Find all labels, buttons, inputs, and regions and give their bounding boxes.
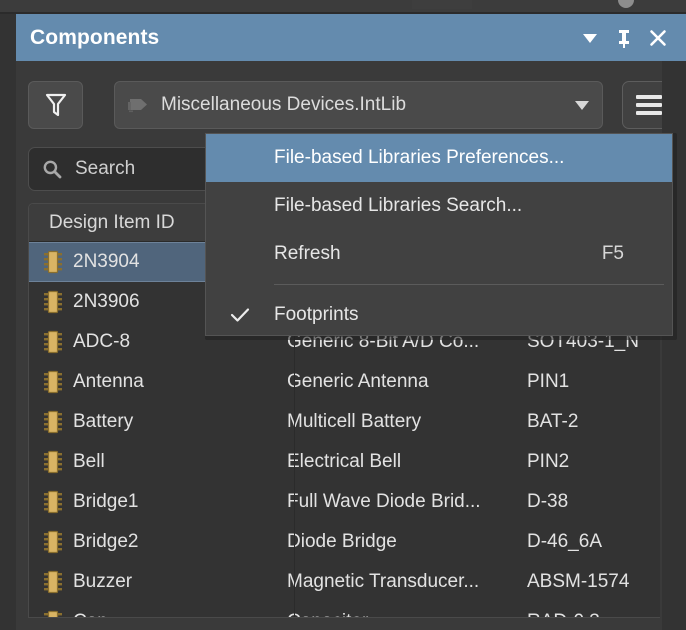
component-chip-icon <box>44 250 62 274</box>
menu-item[interactable]: File-based Libraries Search... <box>206 182 672 230</box>
panel-titlebar[interactable]: Components <box>16 14 686 61</box>
library-select-value: Miscellaneous Devices.IntLib <box>161 94 407 115</box>
menu-separator <box>206 278 672 291</box>
library-tag-icon <box>128 99 147 113</box>
design-item-id-text: 2N3906 <box>73 291 140 312</box>
components-toolbar: Miscellaneous Devices.IntLib <box>28 81 676 129</box>
menu-item-label: File-based Libraries Preferences... <box>274 147 565 168</box>
menu-item[interactable]: Refresh F5 <box>206 230 672 278</box>
table-row[interactable]: Bridge1 Full Wave Diode Brid... D-38 <box>29 482 675 522</box>
chevron-down-icon <box>583 33 597 43</box>
menu-item-label: Refresh <box>274 243 341 264</box>
menu-item-shortcut: F5 <box>601 243 624 264</box>
panel-dropdown-button[interactable] <box>580 26 600 50</box>
design-item-id-text: Bell <box>73 451 105 472</box>
panel-close-button[interactable] <box>648 26 668 50</box>
design-item-id-text: Antenna <box>73 371 144 392</box>
cell-description: Diode Bridge <box>287 531 397 552</box>
search-icon <box>41 158 63 180</box>
panel-left-gutter <box>0 14 16 630</box>
cell-design-item-id: Buzzer <box>29 570 281 594</box>
chevron-down-icon <box>575 101 589 110</box>
components-panel-screen: Components Miscellaneous Devices.IntLib … <box>0 0 686 630</box>
titlebar-button-group <box>580 26 668 50</box>
component-chip-icon <box>44 570 62 594</box>
cell-design-item-id: Bridge2 <box>29 530 281 554</box>
component-chip-icon <box>44 330 62 354</box>
component-chip-icon <box>44 410 62 434</box>
design-item-id-text: ADC-8 <box>73 331 131 352</box>
cell-description: Full Wave Diode Brid... <box>287 491 481 512</box>
cell-footprint: PIN1 <box>527 371 570 392</box>
menu-item[interactable]: File-based Libraries Preferences... <box>206 134 672 182</box>
design-item-id-text: Battery <box>73 411 134 432</box>
table-row[interactable]: Bell Electrical Bell PIN2 <box>29 442 675 482</box>
library-select[interactable]: Miscellaneous Devices.IntLib <box>114 81 603 129</box>
cell-design-item-id: Antenna <box>29 370 281 394</box>
table-row[interactable]: Antenna Generic Antenna PIN1 <box>29 362 675 402</box>
design-item-id-text: Bridge1 <box>73 491 139 512</box>
design-item-id-text: Buzzer <box>73 571 133 592</box>
table-row[interactable]: Battery Multicell Battery BAT-2 <box>29 402 675 442</box>
menu-item-label: Footprints <box>274 304 359 325</box>
funnel-icon <box>45 93 66 117</box>
component-chip-icon <box>44 530 62 554</box>
design-item-id-text: 2N3904 <box>73 251 140 272</box>
library-select-chevron[interactable] <box>572 95 592 115</box>
cell-footprint: D-38 <box>527 491 569 512</box>
check-icon <box>206 307 274 323</box>
design-item-id-text: Bridge2 <box>73 531 139 552</box>
component-chip-icon <box>44 450 62 474</box>
filter-button[interactable] <box>28 81 83 129</box>
design-item-id-text: Cap <box>73 611 108 617</box>
cell-description: Capacitor <box>281 611 521 617</box>
component-chip-icon <box>44 610 62 617</box>
component-chip-icon <box>44 490 62 514</box>
panel-popup-menu: File-based Libraries Preferences... File-… <box>205 133 673 336</box>
pin-icon <box>619 29 629 48</box>
menu-separator-line <box>274 284 664 285</box>
hamburger-menu-icon <box>636 91 662 119</box>
magnifier-icon <box>43 160 62 179</box>
cell-design-item-id: Bridge1 <box>29 490 281 514</box>
cell-footprint: BAT-2 <box>527 411 579 432</box>
cell-description: Multicell Battery <box>287 411 422 432</box>
search-placeholder: Search <box>75 158 136 179</box>
cell-footprint: D-46_6A <box>527 531 602 552</box>
cell-design-item-id: Cap <box>29 610 281 617</box>
check-icon <box>230 308 250 322</box>
table-row[interactable]: Bridge2 Diode Bridge D-46_6A <box>29 522 675 562</box>
cell-description: Electrical Bell <box>287 451 402 472</box>
menu-item-label: File-based Libraries Search... <box>274 195 523 216</box>
panel-pin-button[interactable] <box>614 26 634 50</box>
cell-design-item-id: Bell <box>29 450 281 474</box>
cell-design-item-id: Battery <box>29 410 281 434</box>
cell-description: Generic Antenna <box>287 371 429 392</box>
close-icon <box>650 29 666 46</box>
cell-footprint: PIN2 <box>527 451 570 472</box>
table-row[interactable]: Cap CapacitorRAD-0.3 <box>29 602 675 617</box>
cell-footprint: RAD-0.3 <box>521 611 675 617</box>
component-chip-icon <box>44 370 62 394</box>
library-icon <box>127 95 151 115</box>
component-chip-icon <box>44 290 62 314</box>
host-app-partial-toolbar <box>412 0 472 9</box>
table-row[interactable]: Buzzer Magnetic Transducer... ABSM-1574 <box>29 562 675 602</box>
cell-description: Magnetic Transducer... <box>287 571 480 592</box>
page-title: Components <box>30 25 160 49</box>
cell-footprint: ABSM-1574 <box>527 571 630 592</box>
menu-item[interactable]: Footprints <box>206 291 672 335</box>
